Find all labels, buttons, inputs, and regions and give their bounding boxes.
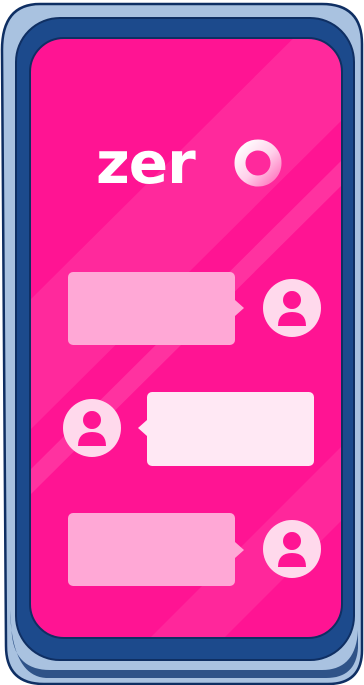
brand-wordmark-text: zer	[96, 129, 196, 197]
phone-device: zer	[0, 2, 364, 685]
user-avatar-icon	[263, 520, 321, 578]
message-bubble-3	[68, 513, 244, 586]
user-avatar-icon	[263, 279, 321, 337]
user-avatar-icon	[63, 399, 121, 457]
message-bubble-2	[138, 392, 314, 466]
message-bubble-1	[68, 272, 244, 345]
phone-illustration: zer	[0, 0, 364, 685]
